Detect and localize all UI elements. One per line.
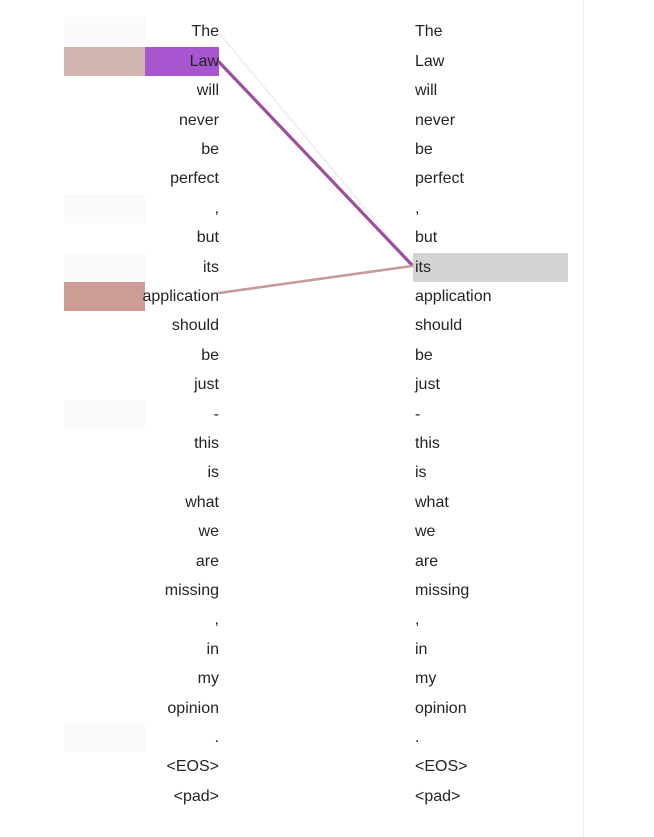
source-token[interactable]: be: [201, 135, 219, 164]
target-token[interactable]: be: [413, 135, 433, 164]
target-token[interactable]: Law: [413, 47, 444, 76]
source-token[interactable]: should: [172, 311, 219, 340]
source-token[interactable]: .: [215, 723, 219, 752]
target-token[interactable]: should: [413, 311, 462, 340]
target-token[interactable]: opinion: [413, 694, 467, 723]
target-token[interactable]: will: [413, 76, 437, 105]
source-token[interactable]: ,: [215, 605, 219, 634]
source-token[interactable]: opinion: [167, 694, 219, 723]
source-token[interactable]: ,: [215, 194, 219, 223]
target-token[interactable]: -: [413, 400, 420, 429]
source-token[interactable]: <EOS>: [167, 752, 219, 781]
source-token[interactable]: what: [185, 488, 219, 517]
source-token[interactable]: The: [191, 17, 219, 46]
target-token[interactable]: its: [413, 252, 568, 282]
source-token[interactable]: we: [199, 517, 219, 546]
source-token[interactable]: missing: [165, 576, 219, 605]
target-token[interactable]: The: [413, 17, 443, 46]
source-token[interactable]: in: [207, 635, 219, 664]
source-token[interactable]: is: [207, 458, 219, 487]
target-token[interactable]: are: [413, 547, 438, 576]
attention-line: [217, 60, 414, 267]
target-token[interactable]: but: [413, 223, 437, 252]
target-token[interactable]: ,: [413, 605, 419, 634]
source-token[interactable]: its: [203, 253, 219, 282]
target-token[interactable]: what: [413, 488, 449, 517]
target-token[interactable]: perfect: [413, 164, 464, 193]
source-token[interactable]: be: [201, 341, 219, 370]
target-token[interactable]: we: [413, 517, 435, 546]
target-token[interactable]: <pad>: [413, 782, 460, 811]
target-token[interactable]: ,: [413, 194, 419, 223]
source-token[interactable]: never: [179, 106, 219, 135]
target-token[interactable]: in: [413, 635, 427, 664]
target-token[interactable]: <EOS>: [413, 752, 467, 781]
attention-line: [217, 264, 414, 295]
target-token[interactable]: missing: [413, 576, 469, 605]
target-token[interactable]: be: [413, 341, 433, 370]
attention-line: [218, 32, 413, 266]
source-token[interactable]: but: [197, 223, 219, 252]
target-token[interactable]: is: [413, 458, 427, 487]
source-token[interactable]: my: [198, 664, 219, 693]
attention-visualization: The Law will never be perfect, but its applicati…: [0, 0, 654, 837]
source-token[interactable]: are: [196, 547, 219, 576]
source-token[interactable]: -: [214, 400, 219, 429]
source-token[interactable]: this: [194, 429, 219, 458]
target-token[interactable]: my: [413, 664, 436, 693]
source-token[interactable]: Law: [190, 47, 219, 76]
target-token[interactable]: never: [413, 106, 455, 135]
target-token[interactable]: this: [413, 429, 440, 458]
target-token[interactable]: just: [413, 370, 440, 399]
source-token[interactable]: perfect: [170, 164, 219, 193]
source-token[interactable]: will: [197, 76, 219, 105]
target-token[interactable]: .: [413, 723, 419, 752]
target-token[interactable]: application: [413, 282, 492, 311]
source-token[interactable]: just: [194, 370, 219, 399]
attention-line-layer: [217, 32, 414, 295]
source-token[interactable]: application: [143, 282, 220, 311]
source-token[interactable]: <pad>: [174, 782, 219, 811]
